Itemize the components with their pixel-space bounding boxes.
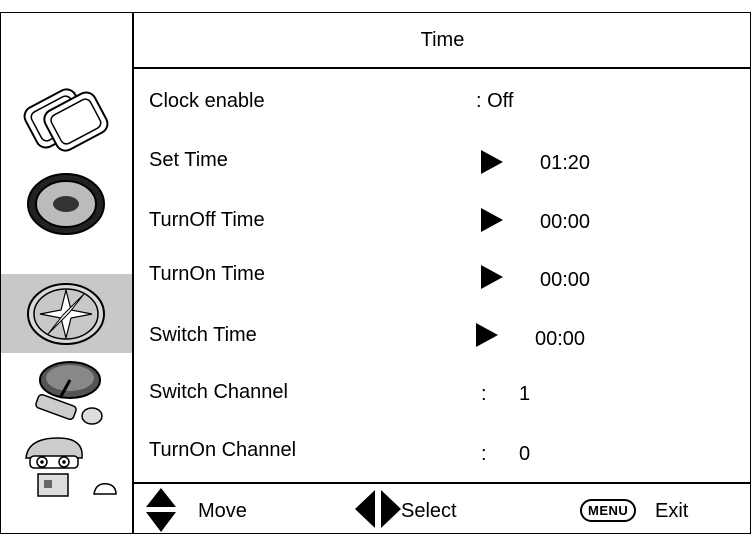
picture-icon[interactable] — [16, 80, 116, 160]
up-down-arrow-icon — [146, 488, 176, 532]
page-title: Time — [420, 28, 465, 51]
cartoon-setup-icon[interactable] — [22, 434, 122, 500]
footer-exit-label: Exit — [655, 499, 689, 522]
sidebar-divider — [132, 12, 134, 534]
clock-enable-value[interactable]: : Off — [476, 86, 513, 116]
footer-divider — [132, 482, 751, 484]
footer-select-label: Select — [401, 499, 457, 522]
sound-disc-icon[interactable] — [24, 168, 108, 240]
menu-row-switch-time[interactable]: Switch Time — [149, 320, 257, 350]
switch-channel-separator: : — [481, 382, 487, 405]
switch-time-arrow-icon[interactable] — [476, 323, 498, 347]
switch-time-value[interactable]: 00:00 — [535, 324, 585, 354]
switch-channel-value[interactable]: 1 — [519, 379, 530, 409]
menu-row-switch-channel[interactable]: Switch Channel — [149, 377, 288, 407]
footer-move-label: Move — [198, 499, 247, 522]
set-time-value[interactable]: 01:20 — [540, 148, 590, 178]
satellite-dish-icon[interactable] — [22, 356, 112, 428]
menu-key-label: MENU — [580, 498, 637, 522]
menu-row-turnon-channel[interactable]: TurnOn Channel — [149, 435, 296, 465]
time-compass-icon[interactable] — [22, 280, 110, 348]
menu-row-set-time[interactable]: Set Time — [149, 145, 228, 175]
set-time-arrow-icon[interactable] — [481, 150, 503, 174]
menu-row-turnoff-time[interactable]: TurnOff Time — [149, 205, 265, 235]
menu-key-icon: MENU — [580, 495, 637, 525]
turnon-time-value[interactable]: 00:00 — [540, 265, 590, 295]
turnoff-time-value[interactable]: 00:00 — [540, 207, 590, 237]
turnoff-time-arrow-icon[interactable] — [481, 208, 503, 232]
turnon-channel-value[interactable]: 0 — [519, 439, 530, 469]
turnon-time-arrow-icon[interactable] — [481, 265, 503, 289]
menu-row-turnon-time[interactable]: TurnOn Time — [149, 259, 265, 289]
menu-row-clock-enable[interactable]: Clock enable — [149, 86, 265, 116]
left-right-arrow-icon — [355, 490, 401, 528]
turnon-channel-separator: : — [481, 442, 487, 465]
